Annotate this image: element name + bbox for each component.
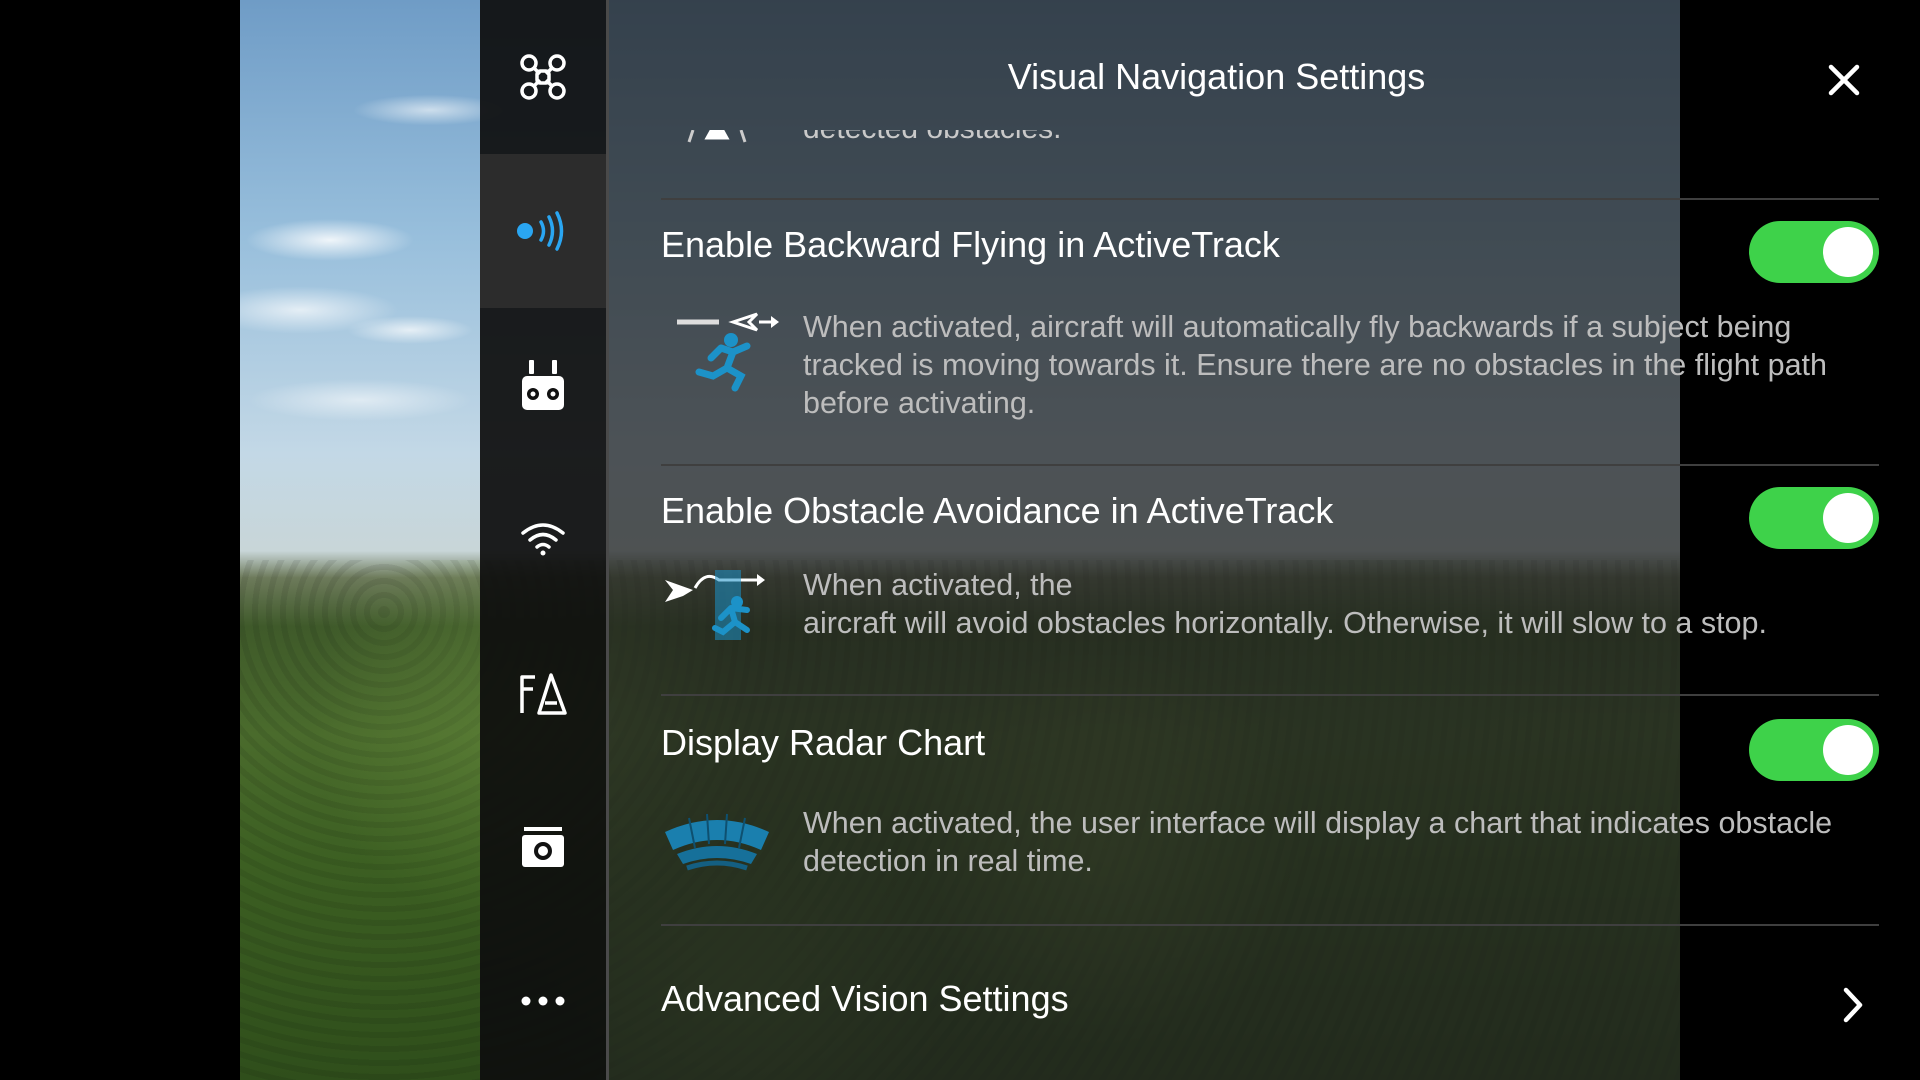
- partial-description: detected obstacles.: [803, 130, 1062, 148]
- sidebar-item-transmission[interactable]: [480, 462, 606, 616]
- battery-icon: [520, 673, 567, 715]
- page-title: Visual Navigation Settings: [1007, 56, 1426, 97]
- setting-title: Display Radar Chart: [661, 722, 986, 763]
- setting-radar-chart: Display Radar Chart When activated, the …: [661, 696, 1879, 926]
- obstacle-avoidance-toggle[interactable]: [1749, 487, 1879, 549]
- setting-backward-flying: Enable Backward Flying in ActiveTrack Wh…: [661, 198, 1879, 466]
- toggle-knob: [1823, 227, 1873, 277]
- setting-title: Enable Backward Flying in ActiveTrack: [661, 224, 1280, 265]
- more-icon: [521, 996, 565, 1006]
- radar-chart-icon: [665, 813, 769, 871]
- toggle-knob: [1823, 493, 1873, 543]
- obstacle-sensing-icon: [687, 130, 747, 143]
- setting-obstacle-avoidance: Enable Obstacle Avoidance in ActiveTrack…: [661, 466, 1879, 696]
- sidebar-item-camera[interactable]: [480, 770, 606, 924]
- sidebar-item-vision[interactable]: [480, 154, 606, 308]
- advanced-vision-settings-label: Advanced Vision Settings: [661, 978, 1069, 1019]
- setting-title: Enable Obstacle Avoidance in ActiveTrack: [661, 490, 1334, 531]
- chevron-right-icon: [1843, 987, 1863, 1023]
- description-line-2: aircraft will avoid obstacles horizontal…: [803, 606, 1767, 640]
- vision-sensor-icon: [517, 211, 564, 251]
- backward-flying-icon: [677, 312, 779, 392]
- wifi-icon: [521, 523, 565, 556]
- divider: [661, 924, 1879, 926]
- close-icon: [1828, 64, 1860, 96]
- setting-description: When activated, the user interface will …: [803, 806, 1833, 878]
- radar-chart-toggle[interactable]: [1749, 719, 1879, 781]
- setting-description: When activated, the aircraft will avoid …: [803, 566, 1903, 642]
- toggle-knob: [1823, 725, 1873, 775]
- obstacle-avoidance-icon: [665, 570, 765, 640]
- setting-description: When activated, aircraft will automatica…: [803, 310, 1827, 420]
- sidebar-item-battery[interactable]: [480, 616, 606, 770]
- description-line-1: When activated, the: [803, 568, 1073, 602]
- backward-flying-toggle[interactable]: [1749, 221, 1879, 283]
- sidebar-item-more[interactable]: [480, 924, 606, 1078]
- camera-icon: [522, 827, 564, 867]
- advanced-vision-settings-row[interactable]: Advanced Vision Settings: [661, 930, 1879, 1080]
- settings-sidebar: [480, 0, 609, 1080]
- remote-controller-icon: [522, 360, 564, 410]
- partial-setting-row: detected obstacles.: [661, 130, 1879, 200]
- sidebar-item-remote-controller[interactable]: [480, 308, 606, 462]
- close-button[interactable]: [1816, 52, 1872, 108]
- settings-list[interactable]: detected obstacles. Enable Backward Flyi…: [609, 130, 1920, 1080]
